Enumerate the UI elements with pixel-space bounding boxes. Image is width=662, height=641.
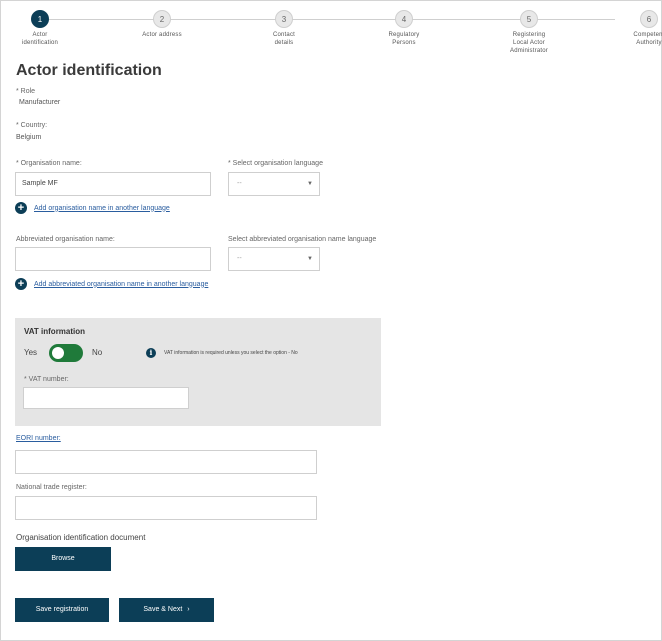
page-title: Actor identification <box>16 62 162 79</box>
save-registration-button[interactable]: Save registration <box>15 598 109 622</box>
abbr-name-label: Abbreviated organisation name: <box>16 236 115 243</box>
plus-icon[interactable]: + <box>15 278 27 290</box>
add-org-name-link[interactable]: Add organisation name in another languag… <box>34 205 170 212</box>
step-5[interactable]: 5 Registering Local Actor Administrator <box>484 10 574 55</box>
step-number: 3 <box>275 10 293 28</box>
info-icon: i <box>146 348 156 358</box>
org-language-label: * Select organisation language <box>228 160 323 167</box>
org-language-value: -- <box>237 180 242 187</box>
step-3[interactable]: 3 Contact details <box>239 10 329 47</box>
abbr-language-select[interactable]: -- ▼ <box>228 247 320 271</box>
step-label: Registering Local Actor Administrator <box>510 32 548 54</box>
toggle-knob <box>52 347 64 359</box>
plus-icon[interactable]: + <box>15 202 27 214</box>
step-number: 1 <box>31 10 49 28</box>
browse-button[interactable]: Browse <box>15 547 111 571</box>
add-abbr-name-row[interactable]: + Add abbreviated organisation name in a… <box>15 278 208 290</box>
abbr-language-label: Select abbreviated organisation name lan… <box>228 236 377 243</box>
step-4[interactable]: 4 Regulatory Persons <box>359 10 449 47</box>
org-language-select[interactable]: -- ▼ <box>228 172 320 196</box>
wizard-stepper: 1 Actor identification 2 Actor address 3 … <box>0 10 662 62</box>
role-label: * Role <box>16 88 36 95</box>
step-label: Actor address <box>142 32 182 38</box>
vat-panel: VAT information Yes No i VAT information… <box>15 318 381 426</box>
vat-title: VAT information <box>24 327 86 336</box>
eori-label[interactable]: EORI number: <box>16 435 61 442</box>
step-6[interactable]: 6 Competent Authority <box>604 10 662 47</box>
step-label: Competent Authority <box>633 32 662 46</box>
country-label: * Country: <box>16 122 48 129</box>
ntr-input[interactable] <box>15 496 317 520</box>
abbr-language-value: -- <box>237 255 242 262</box>
add-abbr-name-link[interactable]: Add abbreviated organisation name in ano… <box>34 281 208 288</box>
org-name-input[interactable]: Sample MF <box>15 172 211 196</box>
chevron-down-icon: ▼ <box>307 181 313 187</box>
vat-number-input[interactable] <box>23 387 189 409</box>
step-1[interactable]: 1 Actor identification <box>0 10 85 47</box>
role-value: Manufacturer <box>19 99 61 106</box>
step-label: Regulatory Persons <box>388 32 420 46</box>
vat-info-text: VAT information is required unless you s… <box>164 350 298 356</box>
step-2[interactable]: 2 Actor address <box>117 10 207 39</box>
country-value: Belgium <box>16 134 42 141</box>
doc-label: Organisation identification document <box>16 533 146 542</box>
ntr-label: National trade register: <box>16 484 87 491</box>
chevron-down-icon: ▼ <box>307 256 313 262</box>
save-next-button[interactable]: Save & Next › <box>119 598 214 622</box>
eori-input[interactable] <box>15 450 317 474</box>
org-name-label: * Organisation name: <box>16 160 82 167</box>
step-label: Contact details <box>272 32 296 46</box>
abbr-name-input[interactable] <box>15 247 211 271</box>
step-number: 5 <box>520 10 538 28</box>
vat-yes-label: Yes <box>24 348 38 357</box>
add-org-name-row[interactable]: + Add organisation name in another langu… <box>15 202 170 214</box>
step-number: 6 <box>640 10 658 28</box>
vat-toggle[interactable] <box>49 344 83 362</box>
step-number: 2 <box>153 10 171 28</box>
save-next-label: Save & Next <box>143 606 183 613</box>
chevron-right-icon: › <box>187 606 190 613</box>
vat-number-label: * VAT number: <box>24 376 69 383</box>
step-label: Actor identification <box>21 32 59 46</box>
vat-no-label: No <box>92 348 103 357</box>
step-number: 4 <box>395 10 413 28</box>
